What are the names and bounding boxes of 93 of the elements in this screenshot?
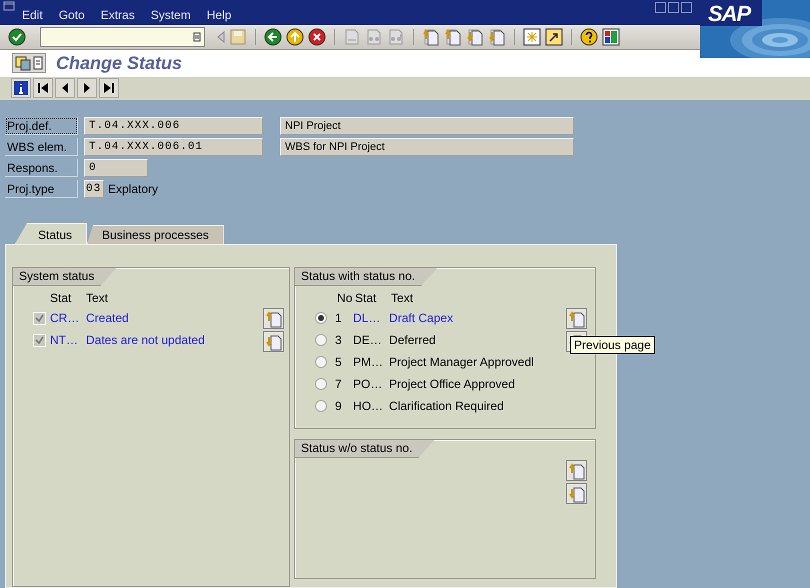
description-field: NPI Project — [280, 116, 574, 134]
screen-title: Change Status — [56, 52, 182, 74]
radio-button[interactable] — [315, 356, 328, 368]
description-field: WBS for NPI Project — [280, 138, 574, 156]
status-number: 3 — [335, 333, 343, 347]
page-down-icon — [264, 332, 283, 350]
first-page-button[interactable] — [33, 78, 53, 98]
description-text: Explatory — [108, 182, 158, 196]
column-header: Text — [391, 291, 414, 305]
help-icon[interactable] — [580, 28, 598, 46]
status-code: NT… — [50, 333, 79, 347]
status-code: PO… — [353, 377, 384, 391]
back-icon[interactable] — [264, 28, 282, 46]
field-value[interactable]: 03 — [84, 180, 104, 198]
status-text: Project Office Approved — [389, 377, 515, 391]
field-label: Respons. — [5, 158, 78, 176]
page-down-button[interactable] — [263, 331, 284, 352]
status-text: Deferred — [389, 333, 436, 347]
layout-icon[interactable] — [602, 28, 620, 46]
status-code: DE… — [353, 333, 383, 347]
next-page-icon — [82, 82, 92, 94]
status-code: DL… — [353, 311, 382, 325]
status-text: Draft Capex — [389, 311, 454, 325]
column-header: Text — [86, 291, 108, 305]
status-number: 5 — [335, 355, 343, 369]
status-text: Project Manager Approvedl — [389, 355, 534, 369]
page-up-button[interactable] — [566, 460, 587, 481]
tab[interactable]: Business processes — [87, 225, 224, 244]
field-value[interactable]: 0 — [84, 158, 148, 176]
info-icon — [13, 80, 29, 96]
status-text: Dates are not updated — [86, 333, 205, 347]
menu-item[interactable]: Help — [198, 8, 240, 23]
radio-button[interactable] — [315, 400, 328, 412]
field-label: Proj.type — [5, 180, 78, 198]
menu-item[interactable]: Edit — [14, 8, 51, 23]
first-page-icon — [37, 82, 49, 94]
last-page-button[interactable] — [99, 78, 119, 98]
new-window-icon[interactable] — [523, 28, 541, 46]
window-icon[interactable] — [3, 1, 15, 11]
command-field[interactable] — [40, 26, 205, 47]
status-code: HO… — [353, 399, 384, 413]
column-header: Stat — [355, 291, 378, 305]
previous-page-button[interactable] — [55, 78, 75, 98]
save-icon[interactable] — [229, 28, 247, 46]
list-icon[interactable] — [193, 32, 201, 42]
cancel-icon[interactable] — [308, 28, 326, 46]
column-header: No — [337, 291, 354, 305]
page-icon[interactable] — [422, 28, 440, 46]
group-title: Status with status no. — [295, 268, 438, 286]
field-label: WBS elem. — [5, 138, 78, 156]
field-label: Proj.def. — [5, 116, 78, 134]
status-text: Clarification Required — [389, 399, 504, 413]
page-up-button[interactable] — [263, 308, 284, 329]
radio-button[interactable] — [315, 312, 328, 324]
group-title: Status w/o status no. — [295, 440, 434, 458]
menu-item[interactable]: Goto — [50, 8, 93, 23]
status-code: CR… — [50, 311, 80, 325]
page-icon[interactable] — [444, 28, 462, 46]
menu-item[interactable]: Extras — [92, 8, 143, 23]
radio-button[interactable] — [315, 378, 328, 390]
radio-button[interactable] — [315, 334, 328, 346]
last-page-icon — [103, 82, 115, 94]
status-number: 7 — [335, 377, 343, 391]
menu-item[interactable]: System — [142, 8, 199, 23]
logo: SAP — [708, 1, 750, 27]
page-up-icon — [568, 462, 586, 480]
status-text: Created — [86, 311, 129, 325]
field-value[interactable]: T.04.XXX.006 — [84, 116, 263, 134]
page-up-icon — [568, 310, 586, 328]
page-up-button[interactable] — [566, 308, 587, 329]
field-value[interactable]: T.04.XXX.006.01 — [84, 138, 263, 156]
page-icon[interactable] — [466, 28, 484, 46]
page-icon[interactable] — [488, 28, 506, 46]
check-icon[interactable] — [8, 28, 26, 46]
group-title: System status — [13, 268, 116, 286]
toolbar-button[interactable] — [12, 53, 46, 74]
page-down-icon — [568, 484, 586, 502]
page-up-icon — [264, 310, 283, 328]
document-icon — [33, 55, 43, 72]
windows-icon — [15, 55, 31, 72]
tab[interactable]: Status — [15, 223, 88, 244]
column-header: Stat — [50, 291, 72, 305]
checkbox[interactable] — [33, 312, 46, 324]
page-down-button[interactable] — [566, 483, 587, 504]
info-button[interactable] — [11, 78, 31, 98]
status-code: PM… — [353, 355, 384, 369]
previous-page-icon — [60, 82, 70, 94]
status-number: 9 — [335, 399, 343, 413]
triangle-icon[interactable] — [217, 30, 225, 43]
shortcut-icon[interactable] — [545, 28, 563, 46]
status-number: 1 — [335, 311, 343, 325]
checkbox[interactable] — [33, 334, 46, 346]
next-page-button[interactable] — [77, 78, 97, 98]
